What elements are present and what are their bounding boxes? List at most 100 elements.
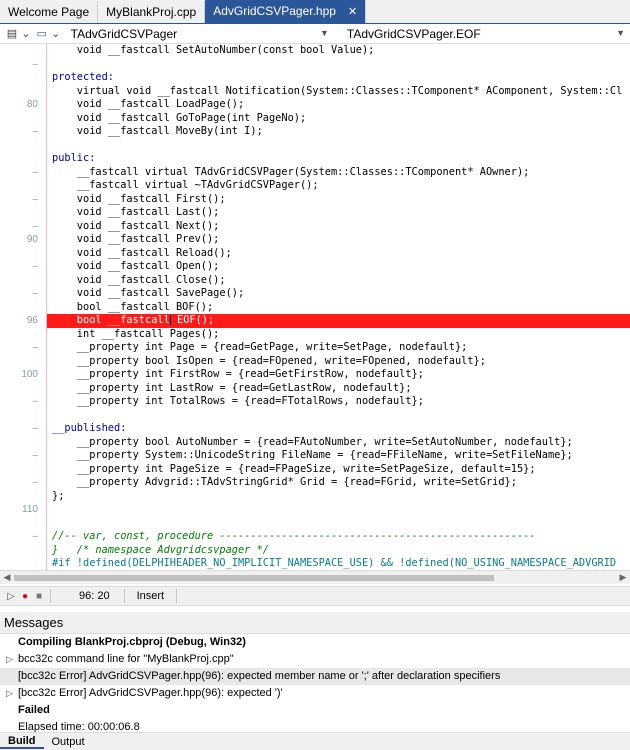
expand-icon[interactable]: ▷ — [6, 685, 13, 702]
tab-label: Welcome Page — [8, 5, 90, 19]
line-marker: – — [32, 220, 38, 232]
insert-mode: Insert — [136, 590, 165, 602]
chevron-down-icon[interactable]: ⌄ — [50, 26, 62, 42]
close-icon[interactable]: ✕ — [348, 5, 357, 18]
code-line: void __fastcall First(); — [52, 192, 226, 205]
code-fragment: bool __fastcall — [52, 314, 170, 326]
scroll-track[interactable] — [14, 573, 616, 583]
message-item[interactable]: ▷ [bcc32c Error] AdvGridCSVPager.hpp(96):… — [0, 685, 630, 702]
divider — [176, 589, 178, 603]
editor-tab-bar: Welcome Page MyBlankProj.cpp AdvGridCSVP… — [0, 0, 630, 24]
messages-title: Messages — [0, 612, 630, 634]
tab-output[interactable]: Output — [44, 736, 93, 748]
error-code-line: bool __fastcall EOF(); — [52, 314, 630, 328]
line-marker: – — [32, 531, 38, 542]
message-text: [bcc32c Error] AdvGridCSVPager.hpp(96): … — [18, 670, 501, 682]
code-line: void __fastcall Prev(); — [52, 233, 220, 245]
line-marker: – — [32, 396, 38, 407]
code-line: void __fastcall Reload(); — [52, 246, 232, 259]
scroll-thumb[interactable] — [14, 574, 494, 581]
tab-build[interactable]: Build — [0, 735, 44, 749]
code-line: __fastcall virtual TAdvGridCSVPager(Syst… — [52, 165, 530, 178]
code-line: #if !defined(DELPHIHEADER_NO_IMPLICIT_NA… — [52, 557, 617, 569]
play-icon[interactable]: ▷ — [4, 589, 18, 603]
code-line: __property int Page = {read=GetPage, wri… — [52, 341, 468, 353]
code-fragment: EOF(); — [170, 314, 215, 326]
tab-myblankproj-cpp[interactable]: MyBlankProj.cpp — [98, 1, 206, 23]
messages-panel: Messages Compiling BlankProj.cbproj (Deb… — [0, 612, 630, 750]
code-line: void __fastcall LoadPage(); — [52, 98, 245, 110]
code-line: bool __fastcall BOF(); — [52, 300, 214, 313]
line-marker: – — [32, 58, 38, 70]
code-line: void __fastcall SavePage(); — [52, 287, 245, 299]
message-item[interactable]: ▷ bcc32c command line for "MyBlankProj.cp… — [0, 651, 630, 668]
line-marker: – — [32, 288, 38, 299]
horizontal-scrollbar[interactable]: ◀ ▶ — [0, 570, 630, 584]
message-text: Failed — [18, 704, 50, 716]
code-line: __property bool IsOpen = {read=FOpened, … — [52, 354, 486, 367]
member-combo-value: TAdvGridCSVPager.EOF — [346, 26, 481, 41]
line-marker: – — [32, 342, 38, 353]
record-icon[interactable]: ● — [18, 589, 32, 603]
code-line: __property bool AutoNumber = {read=FAuto… — [52, 435, 573, 448]
line-number: 90 — [26, 234, 38, 245]
tab-advgridcsvpager-hpp[interactable]: AdvGridCSVPager.hpp ✕ — [205, 0, 367, 23]
code-line: virtual void __fastcall Notification(Sys… — [52, 84, 623, 97]
class-combo[interactable]: TAdvGridCSVPager ▼ — [66, 25, 334, 43]
line-number: 96 — [26, 315, 38, 326]
message-item[interactable]: Compiling BlankProj.cbproj (Debug, Win32… — [0, 634, 630, 651]
code-line: }; — [52, 489, 65, 502]
code-line: protected: — [52, 71, 114, 83]
code-line: void __fastcall Last(); — [52, 206, 220, 218]
code-line: __property int PageSize = {read=FPageSiz… — [52, 462, 536, 475]
line-marker: – — [32, 261, 38, 272]
member-combo[interactable]: TAdvGridCSVPager.EOF ▼ — [342, 25, 630, 43]
code-line: } /* namespace Advgridcsvpager */ — [52, 543, 269, 556]
line-marker: – — [32, 126, 38, 137]
scroll-left-icon[interactable]: ◀ — [0, 571, 14, 585]
code-editor[interactable]: – 80 – – – – 90 – – 96 – 100 – – – – 110… — [0, 44, 630, 570]
code-line: __property int LastRow = {read=GetLastRo… — [52, 381, 412, 394]
class-view-icon[interactable]: ▤ — [4, 26, 20, 42]
code-line: int __fastcall Pages(); — [52, 327, 220, 340]
stop-icon[interactable]: ■ — [32, 589, 46, 603]
editor-status-bar: ▷ ● ■ 96: 20 Insert — [0, 586, 630, 606]
code-line: public: — [52, 152, 96, 164]
code-line: __property Advgrid::TAdvStringGrid* Grid… — [52, 476, 517, 488]
message-text: [bcc32c Error] AdvGridCSVPager.hpp(96): … — [18, 687, 283, 699]
code-line: void __fastcall GoToPage(int PageNo); — [52, 111, 307, 124]
divider — [50, 589, 51, 603]
line-marker: – — [32, 166, 38, 178]
chevron-down-icon: ▼ — [616, 27, 625, 38]
message-item[interactable]: [bcc32c Error] AdvGridCSVPager.hpp(96): … — [0, 668, 630, 685]
code-line: __fastcall virtual ~TAdvGridCSVPager(); — [52, 179, 319, 191]
line-marker: – — [32, 450, 38, 461]
tab-welcome-page[interactable]: Welcome Page — [0, 1, 99, 23]
message-item[interactable]: Failed — [0, 702, 630, 719]
editor-toolbar: ▤ ⌄ ▭ ⌄ TAdvGridCSVPager ▼ TAdvGridCSVPa… — [0, 24, 630, 44]
scroll-right-icon[interactable]: ▶ — [616, 571, 630, 585]
tab-label: MyBlankProj.cpp — [106, 5, 197, 19]
chevron-down-icon: ▼ — [319, 27, 329, 38]
message-text: bcc32c command line for "MyBlankProj.cpp… — [18, 653, 234, 665]
print-icon[interactable]: ▭ — [34, 26, 50, 42]
line-number: 100 — [21, 369, 38, 380]
code-line: void __fastcall MoveBy(int I); — [52, 125, 263, 137]
code-line: __property int TotalRows = {read=FTotalR… — [52, 395, 424, 407]
messages-tab-bar: Build Output — [0, 732, 630, 750]
message-text: Compiling BlankProj.cbproj (Debug, Win32… — [18, 636, 246, 648]
code-lines: void __fastcall SetAutoNumber(const bool… — [52, 44, 630, 570]
line-marker: – — [32, 193, 38, 205]
line-marker: – — [32, 477, 38, 488]
chevron-down-icon[interactable]: ⌄ — [20, 26, 32, 42]
code-line: void __fastcall Next(); — [52, 219, 220, 232]
tab-label: AdvGridCSVPager.hpp — [213, 4, 336, 18]
expand-icon[interactable]: ▷ — [6, 651, 13, 668]
line-number-gutter: – 80 – – – – 90 – – 96 – 100 – – – – 110… — [0, 44, 40, 570]
code-line: __property System::UnicodeString FileNam… — [52, 449, 573, 461]
